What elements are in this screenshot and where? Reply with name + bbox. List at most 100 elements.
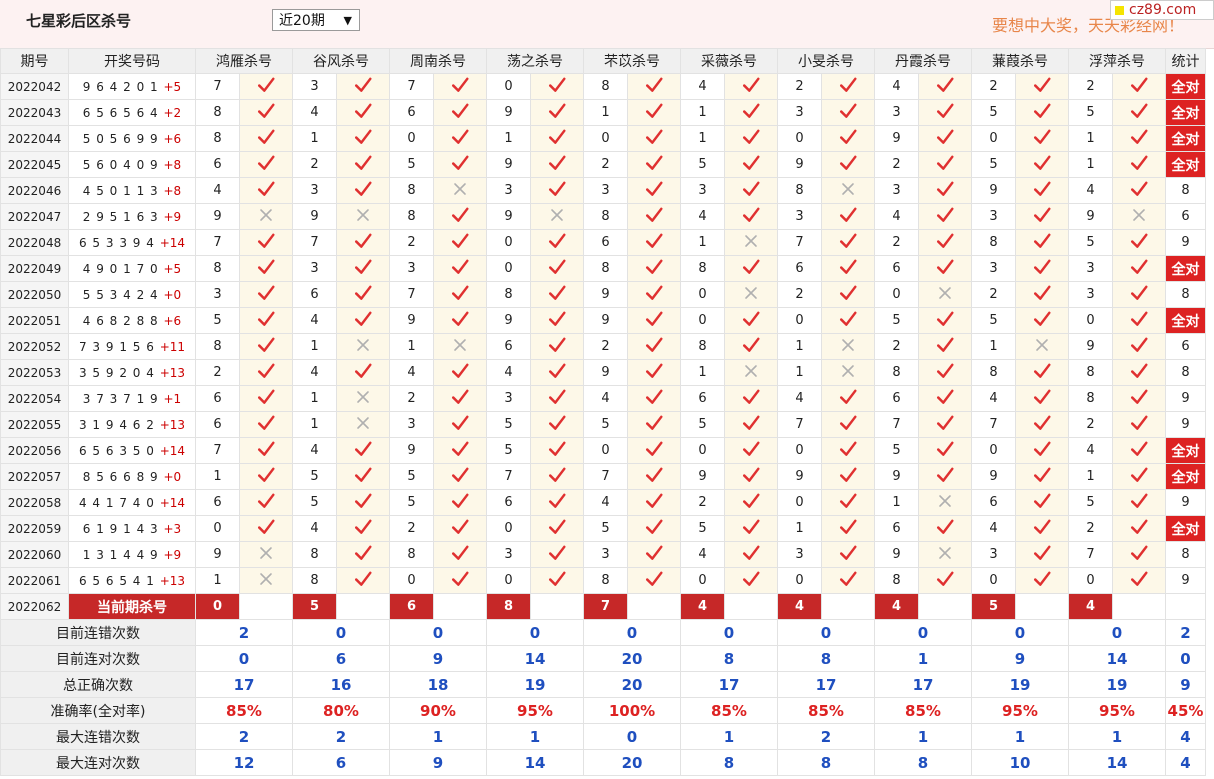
current-kill-blank [918,593,972,620]
cross-icon [1131,207,1147,227]
check-icon [257,180,275,202]
kill-number-cell: 4 [1068,177,1113,204]
draw-numbers-cell: 6 5 6 5 4 1 +13 [68,567,196,594]
kill-result-cell [724,229,778,256]
kill-number-cell: 6 [680,385,725,412]
kill-number-cell: 6 [486,333,531,360]
kill-result-cell [336,229,390,256]
kill-result-cell [1112,385,1166,412]
check-icon [548,76,566,98]
period-select[interactable]: 近20期 ▼ [272,9,360,31]
kill-result-cell [1015,177,1069,204]
kill-number-cell: 9 [1068,203,1113,230]
kill-result-cell [336,411,390,438]
check-icon [936,232,954,254]
check-icon [936,518,954,540]
correct-count-cell: 6 [1165,333,1206,360]
summary-stat-value: 4 [1165,749,1206,776]
kill-result-cell [918,385,972,412]
check-icon [451,362,469,384]
kill-result-cell [239,125,293,152]
kill-result-cell [724,73,778,100]
draw-numbers-cell: 4 5 0 1 1 3 +8 [68,177,196,204]
kill-number-cell: 9 [874,125,919,152]
check-icon [936,440,954,462]
current-stat-blank [1165,593,1206,620]
summary-value: 85% [195,697,293,724]
kill-number-cell: 0 [680,567,725,594]
check-icon [1130,466,1148,488]
col-header-stat: 统计 [1165,48,1206,74]
check-icon [645,362,663,384]
kill-number-cell: 5 [292,489,337,516]
kill-number-cell: 9 [874,463,919,490]
check-icon [645,180,663,202]
check-icon [645,544,663,566]
kill-number-cell: 2 [389,229,434,256]
kill-number-cell: 5 [680,515,725,542]
kill-result-cell [336,177,390,204]
kill-result-cell [433,229,487,256]
check-icon [839,76,857,98]
summary-value: 8 [777,749,875,776]
kill-number-cell: 4 [777,385,822,412]
check-icon [257,440,275,462]
check-icon [645,232,663,254]
kill-number-cell: 5 [583,515,628,542]
draw-numbers-cell: 5 0 5 6 9 9 +6 [68,125,196,152]
kill-number-cell: 9 [292,203,337,230]
kill-number-cell: 7 [292,229,337,256]
all-correct-badge: 全对 [1165,463,1206,490]
summary-value: 0 [486,619,584,646]
logo-text: cz89.com [1129,2,1197,18]
draw-main-numbers: 3 1 9 4 6 2 [78,417,155,432]
kill-result-cell [239,307,293,334]
check-icon [354,76,372,98]
draw-numbers-cell: 6 1 9 1 4 3 +3 [68,515,196,542]
kill-result-cell [1015,255,1069,282]
check-icon [742,414,760,436]
table-row: 2022048 6 5 3 3 9 4 +14 7 7 2 0 6 1 7 2 8 5 9 [0,229,1206,256]
kill-number-cell: 0 [486,73,531,100]
check-icon [354,466,372,488]
kill-number-cell: 3 [971,255,1016,282]
draw-main-numbers: 6 5 6 5 4 1 [78,573,155,588]
check-icon [742,518,760,540]
kill-number-cell: 5 [680,151,725,178]
kill-number-cell: 9 [195,541,240,568]
kill-result-cell [724,463,778,490]
check-icon [645,102,663,124]
check-icon [1130,76,1148,98]
check-icon [451,310,469,332]
summary-row: 最大连错次数 2 2 1 1 0 1 2 1 1 1 4 [0,723,1206,750]
kill-number-cell: 9 [777,463,822,490]
current-kill-number: 0 [195,593,240,620]
summary-value: 16 [292,671,390,698]
check-icon [257,518,275,540]
kill-number-cell: 0 [680,307,725,334]
table-row: 2022047 2 9 5 1 6 3 +9 9 9 8 9 8 4 3 4 3 9 6 [0,203,1206,230]
correct-count-cell: 9 [1165,567,1206,594]
kill-result-cell [627,281,681,308]
check-icon [839,466,857,488]
kill-number-cell: 7 [195,73,240,100]
summary-label: 最大连错次数 [0,723,196,750]
kill-number-cell: 3 [777,203,822,230]
kill-number-cell: 1 [1068,125,1113,152]
check-icon [839,440,857,462]
summary-value: 8 [680,645,778,672]
kill-result-cell [239,73,293,100]
summary-value: 90% [389,697,487,724]
kill-result-cell [821,151,875,178]
check-icon [1130,128,1148,150]
current-kill-blank [724,593,778,620]
site-logo[interactable]: cz89.com [1110,0,1214,20]
check-icon [354,440,372,462]
col-header-expert: 小旻杀号 [777,48,875,74]
kill-number-cell: 0 [486,255,531,282]
check-icon [1130,232,1148,254]
check-icon [1033,310,1051,332]
kill-result-cell [821,255,875,282]
summary-value: 12 [195,749,293,776]
draw-extra-number: +8 [163,183,182,198]
